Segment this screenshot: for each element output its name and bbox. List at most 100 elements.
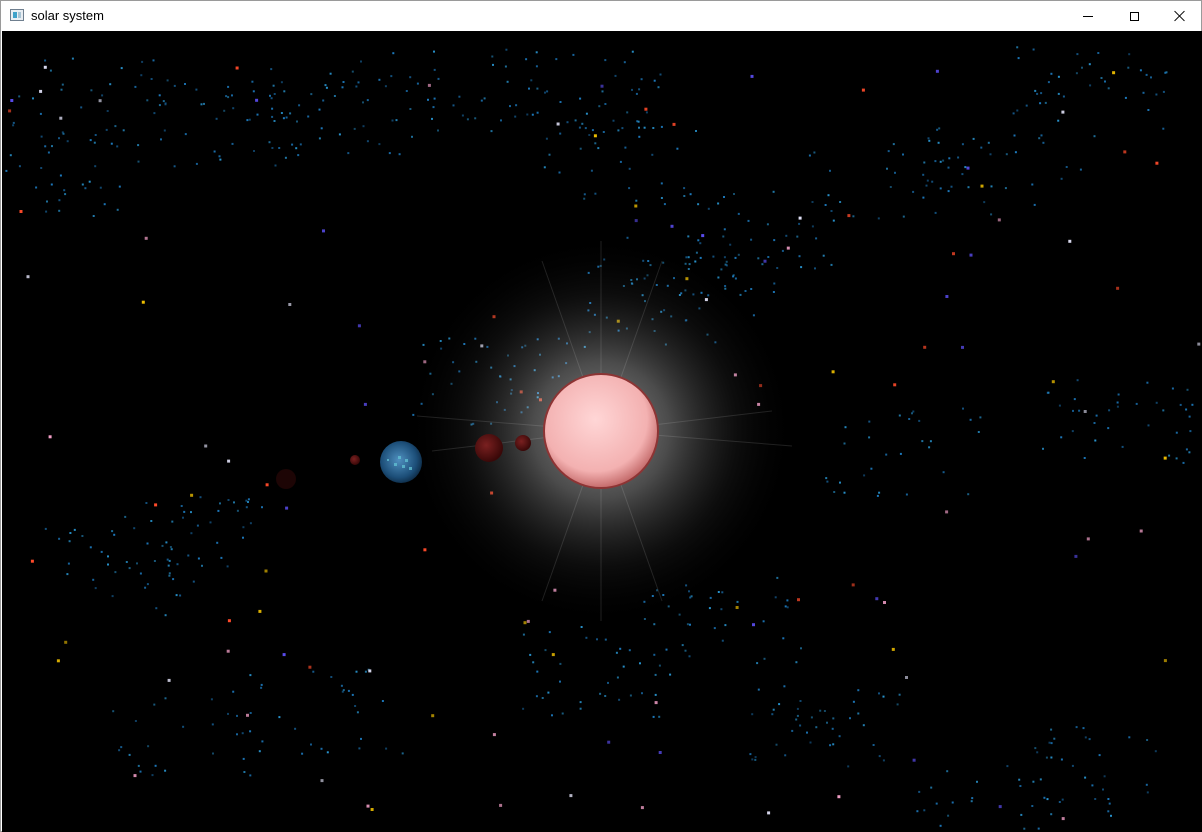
- star: [617, 129, 620, 132]
- star: [695, 130, 697, 132]
- star: [1147, 109, 1150, 111]
- title-bar[interactable]: solar system: [1, 1, 1201, 31]
- star: [1050, 728, 1053, 731]
- star: [200, 103, 203, 106]
- star: [433, 50, 435, 53]
- close-button[interactable]: [1157, 1, 1202, 31]
- star: [64, 193, 67, 196]
- star: [1124, 96, 1127, 99]
- star: [594, 142, 597, 145]
- star: [712, 255, 715, 258]
- star: [1142, 91, 1145, 94]
- star: [58, 209, 61, 212]
- star: [561, 712, 564, 715]
- star: [500, 119, 502, 122]
- star: [245, 499, 248, 502]
- planet-near-sun-small[interactable]: [515, 435, 531, 451]
- star: [120, 746, 123, 749]
- star: [776, 267, 779, 269]
- star: [155, 607, 158, 610]
- star: [1036, 92, 1039, 95]
- star: [310, 93, 313, 96]
- star: [886, 167, 888, 170]
- star: [109, 83, 112, 86]
- star: [153, 703, 156, 706]
- star: [912, 190, 915, 193]
- star: [133, 774, 137, 778]
- star: [256, 113, 259, 116]
- star: [751, 713, 754, 716]
- planet-red[interactable]: [475, 434, 503, 462]
- star: [145, 502, 148, 504]
- star: [227, 459, 231, 463]
- star: [773, 282, 776, 285]
- star: [308, 665, 312, 669]
- maximize-button[interactable]: [1111, 1, 1157, 31]
- star: [894, 171, 896, 174]
- star: [628, 187, 631, 190]
- star: [1083, 410, 1087, 413]
- scene-viewport[interactable]: [2, 31, 1202, 832]
- star: [688, 655, 691, 658]
- star: [1145, 783, 1148, 786]
- star: [786, 606, 789, 609]
- star: [164, 102, 167, 105]
- star: [1023, 827, 1026, 830]
- star: [619, 647, 622, 650]
- star: [683, 187, 686, 190]
- star: [242, 526, 245, 529]
- star: [409, 76, 412, 79]
- star: [505, 48, 508, 51]
- star: [837, 795, 841, 799]
- star: [1116, 405, 1119, 408]
- star: [822, 254, 825, 257]
- star: [733, 193, 735, 195]
- star: [528, 87, 530, 90]
- star: [201, 564, 203, 567]
- star: [378, 143, 381, 146]
- star: [116, 208, 119, 211]
- star: [898, 693, 901, 696]
- star: [167, 564, 170, 567]
- star: [998, 805, 1002, 809]
- star: [619, 160, 622, 163]
- star: [852, 215, 855, 218]
- star: [923, 809, 926, 812]
- star: [1046, 798, 1049, 801]
- star: [882, 695, 885, 698]
- minimize-button[interactable]: [1065, 1, 1111, 31]
- star: [634, 219, 638, 223]
- star: [12, 121, 15, 124]
- star: [58, 199, 61, 202]
- sun[interactable]: [543, 373, 659, 489]
- star: [926, 179, 929, 182]
- star: [629, 694, 632, 697]
- star: [158, 104, 161, 107]
- star: [870, 467, 873, 470]
- star: [1050, 756, 1053, 759]
- star: [614, 74, 617, 77]
- star: [461, 114, 464, 117]
- star: [1038, 137, 1041, 140]
- planet-earth[interactable]: [380, 441, 422, 483]
- planet-tiny[interactable]: [350, 455, 360, 465]
- star: [1050, 72, 1053, 75]
- star: [635, 199, 638, 202]
- planet-far-faint[interactable]: [276, 469, 296, 489]
- star: [921, 440, 924, 443]
- star: [1050, 813, 1053, 816]
- star: [593, 134, 597, 138]
- star: [227, 85, 230, 88]
- star: [269, 94, 271, 97]
- star: [961, 345, 964, 349]
- star: [8, 109, 12, 113]
- star: [922, 196, 925, 199]
- star: [172, 578, 175, 581]
- star: [45, 210, 48, 213]
- star: [271, 147, 274, 149]
- star: [356, 711, 359, 714]
- star: [227, 712, 229, 715]
- star: [112, 710, 115, 713]
- star: [204, 444, 208, 448]
- star: [657, 86, 660, 89]
